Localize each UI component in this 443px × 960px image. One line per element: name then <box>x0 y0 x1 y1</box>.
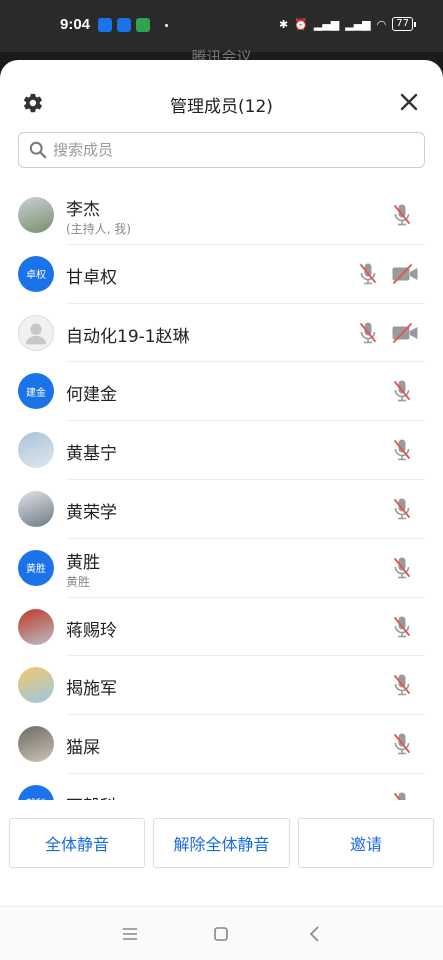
search-icon <box>29 141 47 159</box>
mic-muted-icon[interactable] <box>393 673 411 697</box>
avatar <box>18 667 54 704</box>
member-row[interactable]: 卓权 甘卓权 <box>0 245 443 304</box>
search-input[interactable] <box>53 141 393 159</box>
member-name: 揭施军 <box>66 679 117 700</box>
alarm-icon: ⏰ <box>294 17 308 31</box>
status-time: 9:04 <box>60 16 91 33</box>
member-name: 甘卓权 <box>66 267 117 288</box>
avatar <box>18 608 54 645</box>
avatar: 毅科 <box>18 784 54 800</box>
mic-muted-icon[interactable] <box>393 203 411 227</box>
action-bar: 全体静音 解除全体静音 邀请 <box>0 818 443 868</box>
app-notification-icon <box>98 18 112 32</box>
more-notifications-dot <box>165 23 168 27</box>
avatar <box>18 197 54 233</box>
close-icon[interactable] <box>399 92 419 112</box>
avatar-initial-label: 建金 <box>26 387 46 399</box>
member-name: 黄荣学 <box>66 502 117 523</box>
avatar: 卓权 <box>18 255 54 292</box>
member-row[interactable]: 李杰 (主持人, 我) <box>0 186 443 245</box>
mic-muted-icon[interactable] <box>359 321 377 345</box>
member-row[interactable]: 自动化19-1赵琳 <box>0 304 443 363</box>
wifi-icon: ◠ <box>376 17 387 31</box>
avatar: 黄胜 <box>18 549 54 586</box>
mic-muted-icon[interactable] <box>393 791 411 800</box>
status-bar: 9:04 ✱ ⏰ ▂▄▆ ▂▄▆ ◠ 77 腾讯会议 <box>0 0 443 66</box>
system-nav-bar <box>0 906 443 960</box>
member-name: 李杰 <box>66 200 100 220</box>
bluetooth-icon: ✱ <box>278 17 289 31</box>
mic-muted-icon[interactable] <box>393 556 411 580</box>
member-name: 何建金 <box>66 385 117 406</box>
member-row[interactable]: 黄胜 黄胜 黄胜 <box>0 539 443 598</box>
invite-button[interactable]: 邀请 <box>298 818 434 868</box>
member-name: 蒋赐玲 <box>66 620 117 641</box>
member-name: 自动化19-1赵琳 <box>66 326 190 347</box>
avatar <box>18 432 54 469</box>
signal-icon: ▂▄▆ <box>345 17 371 31</box>
member-row[interactable]: 蒋赐玲 <box>0 598 443 657</box>
member-row[interactable]: 毅科 石毅科 <box>0 774 443 800</box>
home-icon[interactable] <box>211 924 231 944</box>
page-title: 管理成员(12) <box>170 97 273 117</box>
camera-off-icon[interactable] <box>391 263 419 284</box>
member-list[interactable]: 李杰 (主持人, 我) 卓权 甘卓权 自动化19-1赵琳 建金 何建金 黄基宁 黄荣学 黄胜 黄胜黄… <box>0 186 443 800</box>
app-notification-icon <box>117 18 131 32</box>
avatar <box>18 314 54 351</box>
avatar-initial-label: 毅科 <box>26 795 46 800</box>
member-row[interactable]: 黄荣学 <box>0 480 443 539</box>
default-avatar-icon <box>25 323 47 344</box>
mic-muted-icon[interactable] <box>359 262 377 286</box>
mic-muted-icon[interactable] <box>393 732 411 756</box>
mute-all-button[interactable]: 全体静音 <box>9 818 145 868</box>
member-subtitle: (主持人, 我) <box>66 222 131 236</box>
app-notification-icon <box>136 18 150 32</box>
camera-off-icon[interactable] <box>391 322 419 343</box>
search-box[interactable] <box>18 132 425 168</box>
member-name: 石毅科 <box>66 792 117 800</box>
avatar: 建金 <box>18 373 54 410</box>
mic-muted-icon[interactable] <box>393 497 411 521</box>
avatar <box>18 726 54 763</box>
member-row[interactable]: 揭施军 <box>0 656 443 716</box>
mic-muted-icon[interactable] <box>393 438 411 462</box>
member-name: 猫屎 <box>66 738 100 759</box>
member-row[interactable]: 建金 何建金 <box>0 362 443 422</box>
signal-icon: ▂▄▆ <box>313 17 340 31</box>
member-subtitle: 黄胜 <box>66 574 91 589</box>
menu-icon[interactable] <box>120 924 140 944</box>
status-app-icons <box>98 18 168 32</box>
manage-members-sheet: 管理成员(12) 李杰 (主持人, 我) 卓权 甘卓权自动化19-1赵琳建金 何建金黄基… <box>0 60 443 960</box>
mic-muted-icon[interactable] <box>393 379 411 403</box>
unmute-all-button[interactable]: 解除全体静音 <box>153 818 290 868</box>
avatar-initial-label: 黄胜 <box>26 564 46 576</box>
sheet-header: 管理成员(12) <box>0 60 443 130</box>
mic-muted-icon[interactable] <box>393 615 411 639</box>
member-row[interactable]: 猫屎 <box>0 715 443 774</box>
member-name: 黄胜 <box>66 552 100 573</box>
avatar <box>18 490 54 527</box>
status-indicators: ✱ ⏰ ▂▄▆ ▂▄▆ ◠ 77 <box>278 17 416 31</box>
member-row[interactable]: 黄基宁 <box>0 421 443 480</box>
battery-icon: 77 <box>392 17 416 31</box>
back-icon[interactable] <box>305 924 325 944</box>
member-name: 黄基宁 <box>66 444 117 465</box>
avatar-initial-label: 卓权 <box>26 270 46 282</box>
